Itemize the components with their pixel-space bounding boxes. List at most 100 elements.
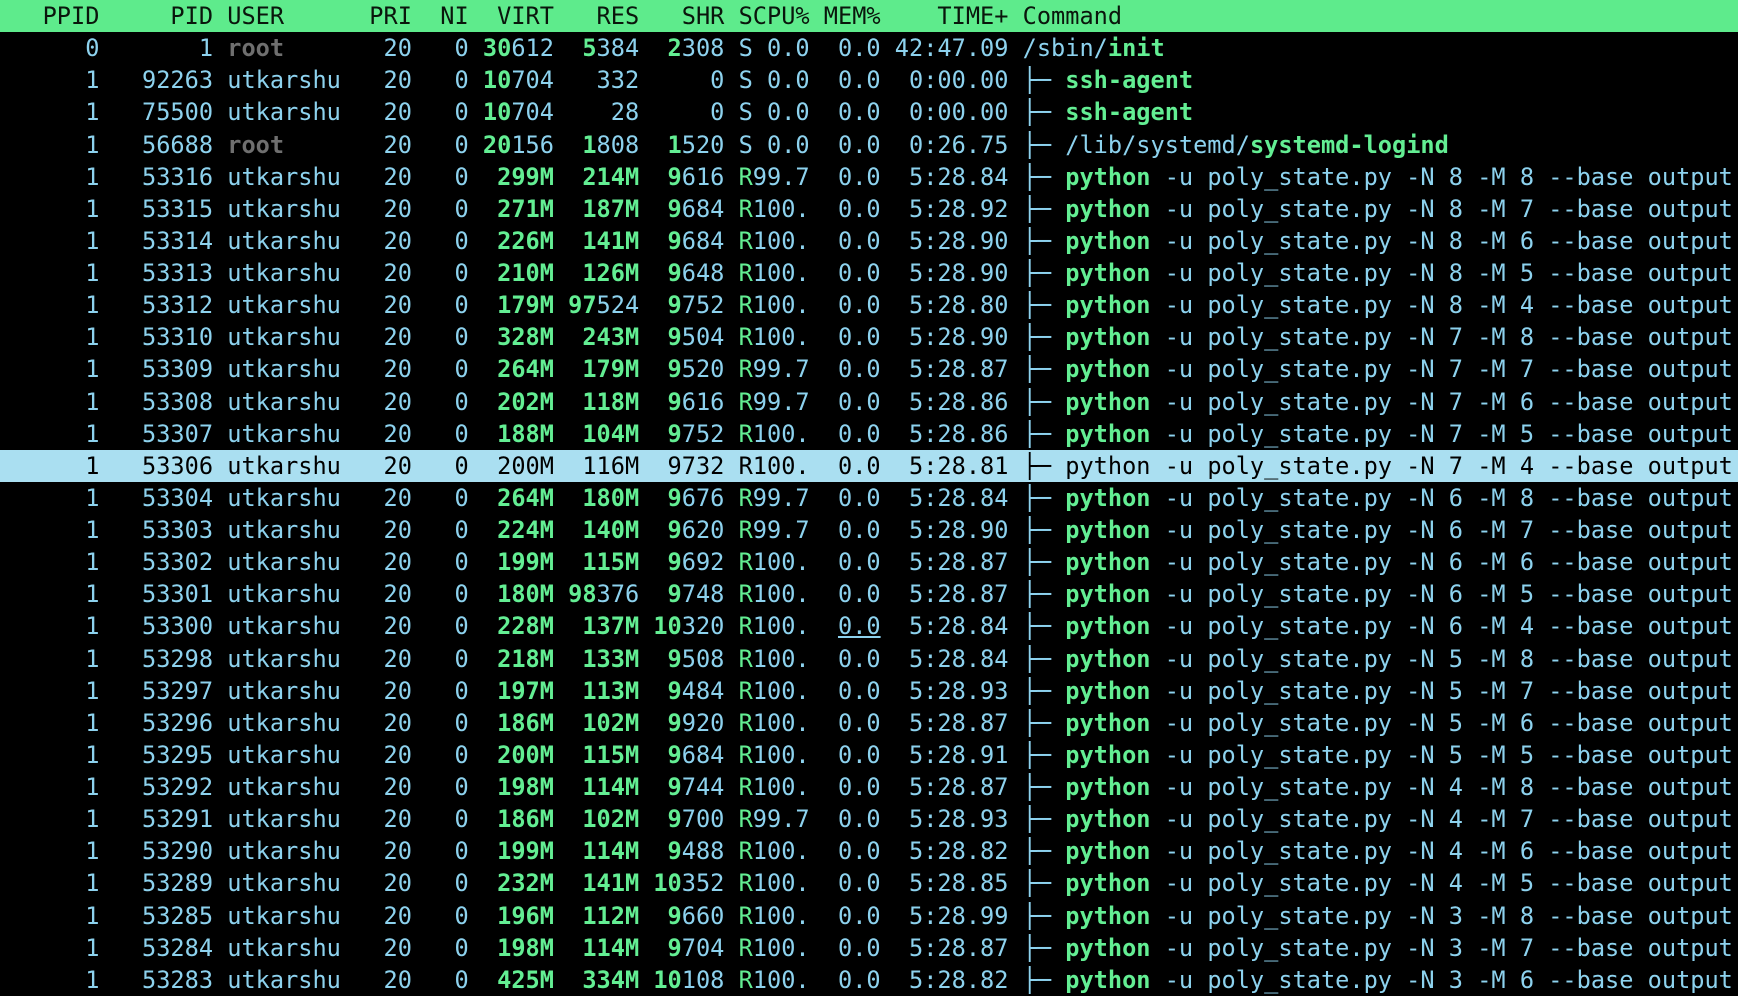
ppid-cell: 1 (85, 901, 100, 930)
command-args: -u poly_state.py -N 6 -M 6 --base output (1150, 548, 1733, 577)
command-cell: ├─ python -u poly_state.py -N 6 -M 8 --b… (1008, 482, 1738, 514)
process-row[interactable]: 1 53304 utkarshu 20 0 264M 180M 9676 R 9… (0, 482, 1738, 514)
column-header-state[interactable]: S (724, 0, 753, 32)
process-row[interactable]: 1 53303 utkarshu 20 0 224M 140M 9620 R 9… (0, 514, 1738, 546)
res-cell: 118M (582, 387, 640, 416)
mem-cell: 0.0 (837, 773, 881, 801)
user-cell: utkarshu (227, 98, 341, 127)
process-row[interactable]: 1 53300 utkarshu 20 0 228M 137M 10320 R … (0, 610, 1738, 642)
nice-cell: 0 (454, 805, 469, 834)
process-row[interactable]: 1 53301 utkarshu 20 0 180M 98376 9748 R … (0, 578, 1738, 610)
process-row[interactable]: 1 53297 utkarshu 20 0 197M 113M 9484 R 1… (0, 675, 1738, 707)
process-row[interactable]: 1 53312 utkarshu 20 0 179M 97524 9752 R … (0, 289, 1738, 321)
shr-cell: 9752 (667, 419, 725, 448)
process-row[interactable]: 1 53307 utkarshu 20 0 188M 104M 9752 R 1… (0, 418, 1738, 450)
column-header-ppid[interactable]: PPID (0, 0, 100, 32)
process-row[interactable]: 1 92263 utkarshu 20 0 10704 332 0 S 0.0 … (0, 64, 1738, 96)
ppid-cell: 1 (85, 676, 100, 705)
user-cell: utkarshu (227, 355, 341, 384)
process-row[interactable]: 0 1 root 20 0 30612 5384 2308 S 0.0 0.0 … (0, 32, 1738, 64)
process-row[interactable]: 1 53296 utkarshu 20 0 186M 102M 9920 R 1… (0, 707, 1738, 739)
process-row[interactable]: 1 53285 utkarshu 20 0 196M 112M 9660 R 1… (0, 900, 1738, 932)
process-row[interactable]: 1 56688 root 20 0 20156 1808 1520 S 0.0 … (0, 129, 1738, 161)
process-row[interactable]: 1 53314 utkarshu 20 0 226M 141M 9684 R 1… (0, 225, 1738, 257)
time-cell: 0:00.00 (909, 66, 1009, 95)
cpu-cell: 100. (752, 708, 810, 737)
nice-cell: 0 (454, 901, 469, 930)
command-name: python (1065, 355, 1151, 384)
command-args: -u poly_state.py -N 7 -M 4 --base output (1150, 451, 1733, 480)
mem-cell: 0.0 (837, 387, 881, 416)
process-row[interactable]: 1 53295 utkarshu 20 0 200M 115M 9684 R 1… (0, 739, 1738, 771)
process-row[interactable]: 1 75500 utkarshu 20 0 10704 28 0 S 0.0 0… (0, 96, 1738, 128)
command-args: -u poly_state.py -N 7 -M 5 --base output (1150, 419, 1733, 448)
priority-cell: 20 (383, 548, 412, 577)
column-header-user[interactable]: USER (213, 0, 369, 32)
mem-cell: 0.0 (837, 259, 881, 287)
mem-cell: 0.0 (837, 419, 881, 448)
process-row[interactable]: 1 53292 utkarshu 20 0 198M 114M 9744 R 1… (0, 771, 1738, 803)
res-cell: 115M (582, 740, 640, 769)
time-cell: 5:28.87 (909, 773, 1009, 801)
virt-cell: 232M (497, 869, 554, 898)
column-header-cpu[interactable]: CPU% (753, 0, 810, 32)
virt-cell: 224M (497, 516, 554, 544)
pid-cell: 53304 (142, 483, 214, 512)
process-row[interactable]: 1 53309 utkarshu 20 0 264M 179M 9520 R 9… (0, 353, 1738, 385)
process-row[interactable]: 1 53310 utkarshu 20 0 328M 243M 9504 R 1… (0, 321, 1738, 353)
column-header-res[interactable]: RES (554, 0, 640, 32)
process-row[interactable]: 1 53306 utkarshu 20 0 200M 116M 9732 R 1… (0, 449, 1738, 482)
nice-cell: 0 (454, 355, 469, 384)
mem-cell: 0.0 (837, 323, 881, 352)
state-cell: R (738, 516, 753, 544)
ppid-cell: 1 (85, 483, 100, 512)
column-header-shr[interactable]: SHR (639, 0, 725, 32)
process-row[interactable]: 1 53315 utkarshu 20 0 271M 187M 9684 R 1… (0, 193, 1738, 225)
column-header-virt[interactable]: VIRT (469, 0, 554, 32)
shr-cell: 0 (710, 66, 725, 95)
process-row[interactable]: 1 53289 utkarshu 20 0 232M 141M 10352 R … (0, 867, 1738, 899)
process-row[interactable]: 1 53313 utkarshu 20 0 210M 126M 9648 R 1… (0, 257, 1738, 289)
pid-cell: 53314 (142, 226, 214, 255)
process-row[interactable]: 1 53283 utkarshu 20 0 425M 334M 10108 R … (0, 964, 1738, 996)
priority-cell: 20 (383, 933, 412, 962)
user-cell: utkarshu (227, 644, 341, 673)
time-cell: 5:28.86 (909, 419, 1009, 448)
time-cell: 5:28.82 (909, 965, 1009, 994)
cpu-cell: 99.7 (752, 516, 810, 544)
state-cell: R (738, 162, 753, 191)
user-cell: utkarshu (227, 901, 341, 930)
nice-cell: 0 (454, 644, 469, 673)
column-header-time[interactable]: TIME+ (881, 0, 1008, 32)
res-cell: 1808 (582, 130, 640, 159)
process-row[interactable]: 1 53302 utkarshu 20 0 199M 115M 9692 R 1… (0, 546, 1738, 578)
process-row[interactable]: 1 53308 utkarshu 20 0 202M 118M 9616 R 9… (0, 386, 1738, 418)
virt-cell: 179M (497, 291, 554, 320)
process-row[interactable]: 1 53316 utkarshu 20 0 299M 214M 9616 R 9… (0, 161, 1738, 193)
column-header-command[interactable]: Command (1008, 0, 1738, 32)
cpu-cell: 100. (752, 612, 810, 641)
column-header-mem[interactable]: MEM% (810, 0, 881, 32)
state-cell: S (738, 130, 753, 159)
mem-cell: 0.0 (837, 965, 881, 994)
ppid-cell: 1 (85, 291, 100, 320)
column-header-pid[interactable]: PID (99, 0, 213, 32)
process-row[interactable]: 1 53284 utkarshu 20 0 198M 114M 9704 R 1… (0, 932, 1738, 964)
nice-cell: 0 (454, 708, 469, 737)
command-name: python (1065, 837, 1151, 866)
cpu-cell: 99.7 (752, 805, 810, 834)
process-row[interactable]: 1 53298 utkarshu 20 0 218M 133M 9508 R 1… (0, 643, 1738, 675)
time-cell: 5:28.84 (909, 612, 1009, 641)
ppid-cell: 1 (85, 323, 100, 352)
res-cell: 115M (582, 548, 640, 577)
process-table-body: 0 1 root 20 0 30612 5384 2308 S 0.0 0.0 … (0, 32, 1738, 996)
time-cell: 0:00.00 (909, 98, 1009, 127)
virt-cell: 199M (497, 548, 554, 577)
time-cell: 5:28.84 (909, 644, 1009, 673)
process-row[interactable]: 1 53291 utkarshu 20 0 186M 102M 9700 R 9… (0, 803, 1738, 835)
column-header-pri[interactable]: PRI (369, 0, 412, 32)
column-header-ni[interactable]: NI (412, 0, 468, 32)
process-row[interactable]: 1 53290 utkarshu 20 0 199M 114M 9488 R 1… (0, 835, 1738, 867)
command-cell: ├─ python -u poly_state.py -N 7 -M 5 --b… (1008, 418, 1738, 450)
cpu-cell: 100. (752, 548, 810, 577)
